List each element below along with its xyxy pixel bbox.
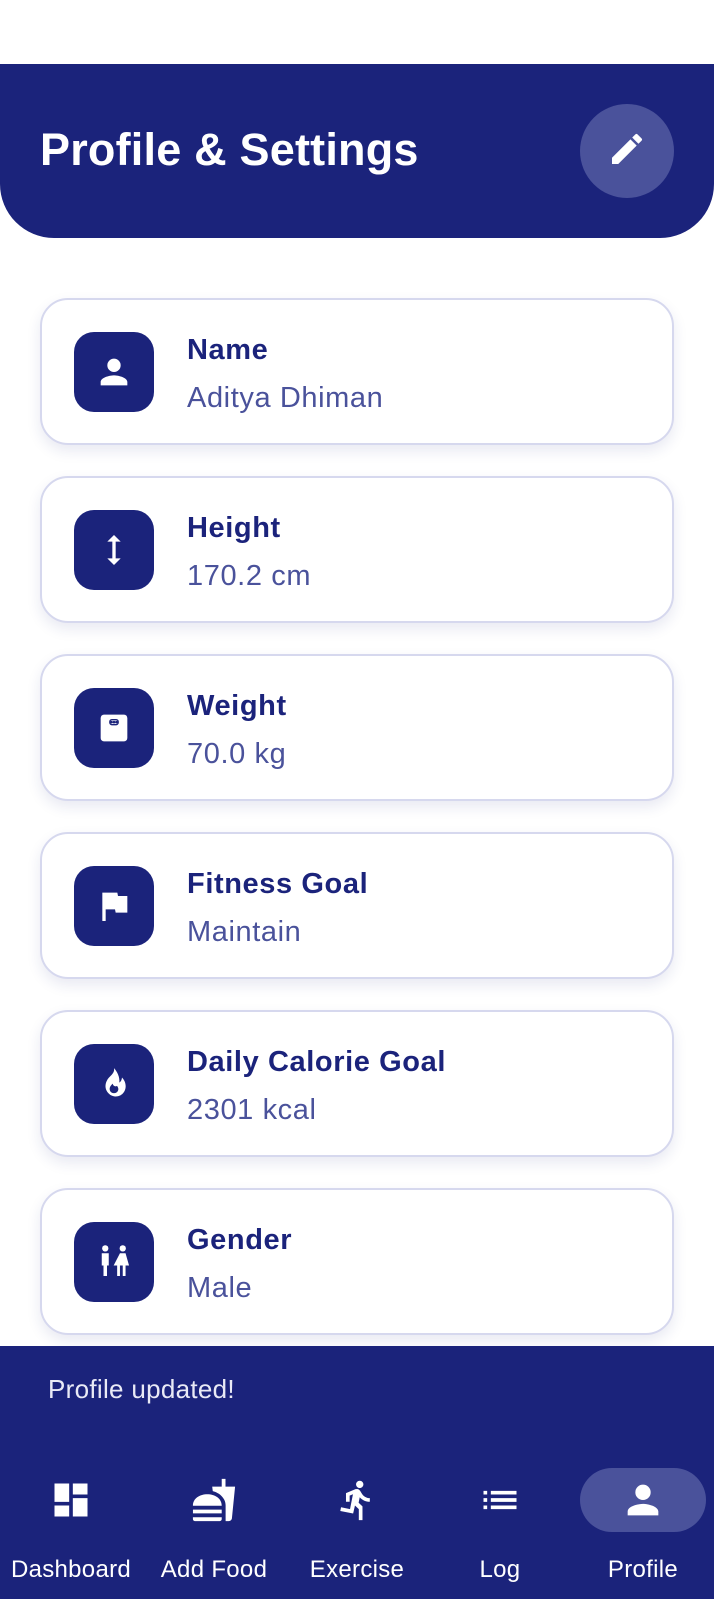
name-card[interactable]: Name Aditya Dhiman — [40, 298, 674, 445]
weight-value: 70.0 kg — [187, 738, 287, 770]
name-value: Aditya Dhiman — [187, 382, 384, 414]
height-arrows-icon — [74, 510, 154, 590]
gender-value: Male — [187, 1272, 253, 1304]
running-icon — [332, 1475, 382, 1525]
weight-card[interactable]: Weight 70.0 kg — [40, 654, 674, 801]
flag-icon — [74, 866, 154, 946]
profile-fields-list: Name Aditya Dhiman Height 170.2 cm Weigh… — [40, 298, 674, 1366]
calorie-goal-card[interactable]: Daily Calorie Goal 2301 kcal — [40, 1010, 674, 1157]
nav-item-add-food[interactable]: Add Food — [143, 1438, 285, 1599]
fastfood-icon — [189, 1475, 239, 1525]
name-label: Name — [187, 334, 269, 366]
nav-label-dashboard: Dashboard — [10, 1556, 132, 1583]
scale-icon — [74, 688, 154, 768]
height-value: 170.2 cm — [187, 560, 312, 592]
dashboard-icon — [46, 1475, 96, 1525]
fitness-goal-label: Fitness Goal — [187, 868, 369, 900]
profile-settings-screen: Profile & Settings Name Aditya Dhiman He… — [0, 0, 714, 1599]
calorie-goal-value: 2301 kcal — [187, 1094, 317, 1126]
flame-icon — [74, 1044, 154, 1124]
nav-item-log[interactable]: Log — [429, 1438, 571, 1599]
person-icon — [618, 1475, 668, 1525]
edit-profile-button[interactable] — [580, 104, 674, 198]
snackbar: Profile updated! — [0, 1346, 714, 1438]
gender-card[interactable]: Gender Male — [40, 1188, 674, 1335]
weight-label: Weight — [187, 690, 287, 722]
fitness-goal-card[interactable]: Fitness Goal Maintain — [40, 832, 674, 979]
nav-label-add-food: Add Food — [160, 1556, 268, 1583]
nav-label-profile: Profile — [607, 1556, 679, 1583]
nav-label-log: Log — [479, 1556, 521, 1583]
bottom-navigation: Dashboard Add Food Exercise Log Profile — [0, 1438, 714, 1599]
nav-label-exercise: Exercise — [309, 1556, 405, 1583]
nav-item-exercise[interactable]: Exercise — [286, 1438, 428, 1599]
page-title: Profile & Settings — [40, 124, 419, 175]
fitness-goal-value: Maintain — [187, 916, 302, 948]
wc-icon — [74, 1222, 154, 1302]
list-icon — [475, 1475, 525, 1525]
snackbar-message: Profile updated! — [48, 1374, 235, 1404]
pencil-icon — [607, 129, 647, 174]
gender-label: Gender — [187, 1224, 293, 1256]
nav-item-dashboard[interactable]: Dashboard — [0, 1438, 142, 1599]
person-icon — [74, 332, 154, 412]
height-card[interactable]: Height 170.2 cm — [40, 476, 674, 623]
height-label: Height — [187, 512, 281, 544]
nav-item-profile[interactable]: Profile — [572, 1438, 714, 1599]
calorie-goal-label: Daily Calorie Goal — [187, 1046, 446, 1078]
